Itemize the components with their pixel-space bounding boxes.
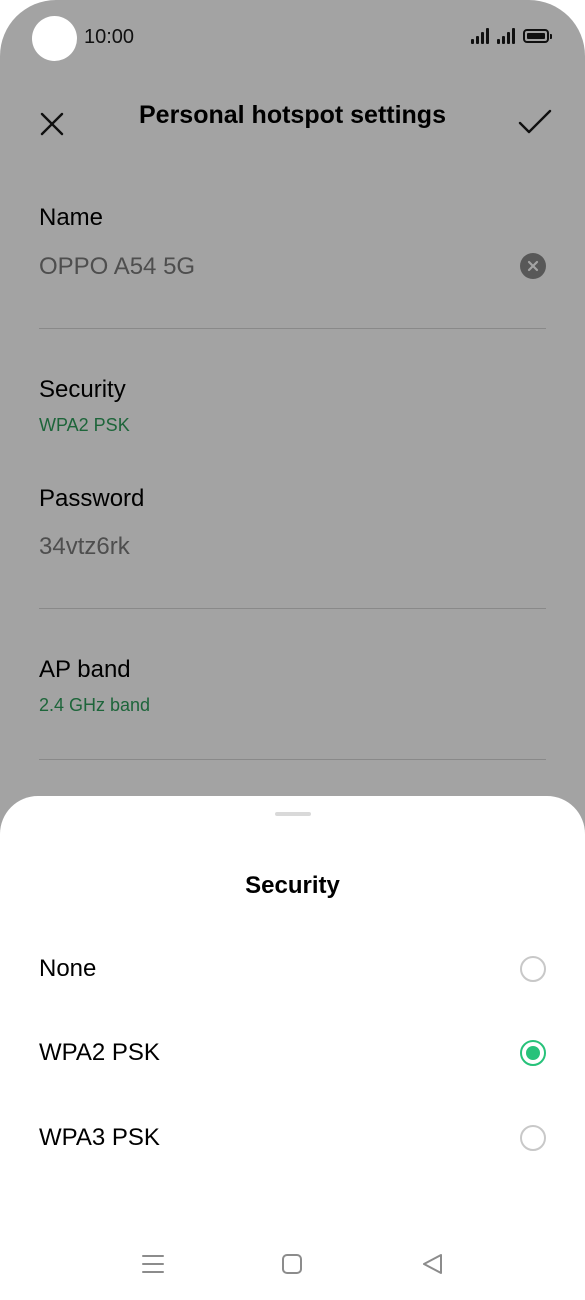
option-label: None <box>39 955 97 982</box>
option-label: WPA3 PSK <box>39 1124 160 1151</box>
radio-button[interactable] <box>520 956 546 982</box>
sheet-title: Security <box>245 872 340 899</box>
phone-screen: 10:00 Personal hotspot settings Name OPP… <box>0 0 585 1300</box>
security-option-wpa3-psk[interactable]: WPA3 PSK <box>0 1103 585 1173</box>
recents-button[interactable] <box>137 1248 169 1280</box>
radio-button[interactable] <box>520 1125 546 1151</box>
security-option-wpa2-psk[interactable]: WPA2 PSK <box>0 1018 585 1088</box>
radio-button-selected[interactable] <box>520 1040 546 1066</box>
security-option-none[interactable]: None <box>0 934 585 1004</box>
home-button[interactable] <box>276 1248 308 1280</box>
system-nav-bar <box>0 1236 585 1292</box>
menu-icon <box>142 1255 164 1273</box>
front-camera <box>32 16 77 61</box>
back-icon <box>423 1254 442 1274</box>
back-button[interactable] <box>416 1248 448 1280</box>
option-label: WPA2 PSK <box>39 1039 160 1066</box>
home-icon <box>282 1254 302 1274</box>
security-bottom-sheet: Security None WPA2 PSK WPA3 PSK <box>0 796 585 1300</box>
sheet-drag-handle[interactable] <box>275 812 311 816</box>
